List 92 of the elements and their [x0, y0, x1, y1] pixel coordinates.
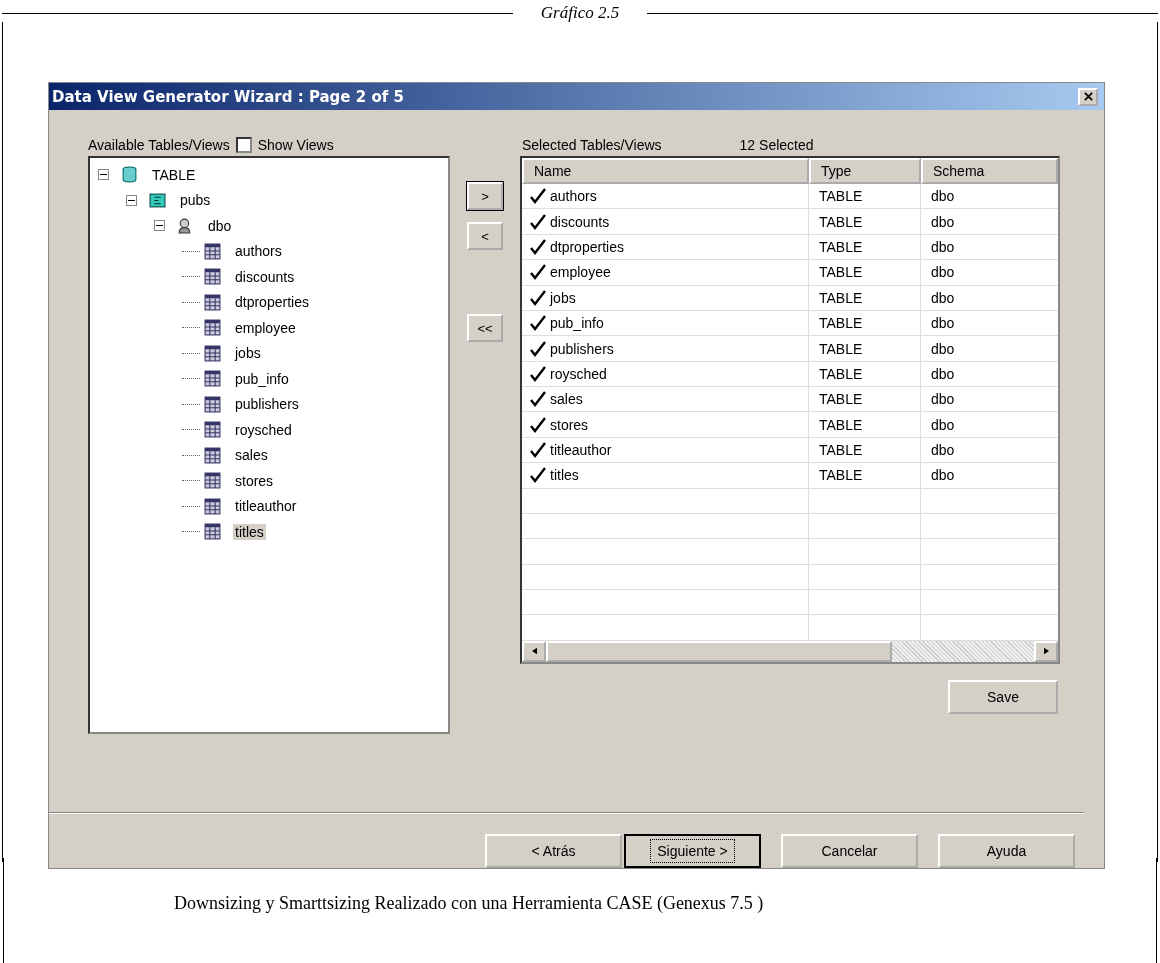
- table-icon: [204, 497, 221, 515]
- table-cell-text: dbo: [930, 187, 956, 207]
- table-icon: [204, 421, 221, 439]
- move-button[interactable]: <<: [467, 314, 503, 343]
- window-title: Data View Generator Wizard : Page 2 of 5: [52, 87, 404, 106]
- table-cell: jobs: [550, 289, 576, 306]
- figure-title: Gráfico 2.5: [540, 3, 620, 23]
- collapse-toggle[interactable]: [126, 194, 137, 206]
- table-cell: authors: [550, 188, 597, 205]
- table-cell: TABLE: [809, 209, 921, 234]
- move-button[interactable]: <: [467, 222, 503, 251]
- table-icon: [204, 472, 221, 490]
- table-cell: TABLE: [809, 463, 921, 488]
- table-cell: TABLE: [809, 184, 921, 209]
- tree-item[interactable]: employee: [233, 319, 298, 336]
- table-cell: TABLE: [809, 260, 921, 285]
- table-icon: [204, 446, 221, 464]
- catalog-icon: [149, 191, 166, 209]
- table-cell: titles: [550, 467, 579, 484]
- table-cell: TABLE: [809, 387, 921, 412]
- table-cell-text: dbo: [930, 339, 956, 359]
- table-icon: [204, 344, 221, 362]
- tree-item[interactable]: authors: [233, 243, 284, 260]
- tree-item[interactable]: jobs: [233, 345, 263, 362]
- table-cell: sales: [550, 391, 583, 408]
- table-cell: stores: [550, 416, 589, 433]
- table-cell: discounts: [550, 213, 610, 230]
- tree-item[interactable]: dbo: [206, 217, 234, 234]
- tree-item[interactable]: stores: [233, 472, 276, 489]
- horizontal-scrollbar[interactable]: [522, 640, 1058, 663]
- right-arrow-icon: [1043, 647, 1049, 656]
- tree-item[interactable]: TABLE: [150, 166, 198, 183]
- collapse-toggle[interactable]: [98, 169, 109, 181]
- left-arrow-icon: [531, 647, 537, 656]
- tree-item[interactable]: dtproperties: [233, 294, 311, 311]
- column-header[interactable]: Name: [522, 158, 809, 185]
- move-button[interactable]: >: [467, 182, 503, 211]
- selected-count: 12 Selected: [739, 137, 814, 154]
- table-cell-text: dbo: [930, 364, 956, 384]
- column-header[interactable]: Schema: [921, 158, 1058, 185]
- table-cell: TABLE: [809, 437, 921, 463]
- tree-item[interactable]: roysched: [233, 421, 294, 438]
- tree-item[interactable]: pubs: [178, 192, 213, 209]
- close-icon: [1083, 92, 1093, 102]
- table-cell: TABLE: [809, 285, 921, 310]
- figure-caption: Downsizing y Smarttsizing Realizado con una Herramienta CASE (Genexus 7.5 ): [3, 858, 1157, 963]
- table-cell: TABLE: [809, 234, 921, 260]
- close-button[interactable]: [1078, 87, 1098, 106]
- table-cell-text: dbo: [930, 466, 956, 486]
- table-icon: [204, 242, 221, 260]
- available-label: Available Tables/Views: [88, 137, 230, 154]
- table-cell: TABLE: [809, 412, 921, 437]
- table-cell-text: dbo: [930, 238, 956, 257]
- table-cell: dtproperties: [550, 239, 624, 255]
- table-icon: [204, 523, 221, 541]
- show-views-label: Show Views: [257, 137, 334, 154]
- table-cell: publishers: [550, 340, 614, 357]
- table-icon: [204, 319, 221, 337]
- tree-item[interactable]: pub_info: [233, 370, 291, 387]
- database-icon: [121, 166, 138, 184]
- tree-item[interactable]: discounts: [233, 268, 297, 285]
- table-cell: TABLE: [809, 361, 921, 387]
- table-icon: [204, 293, 221, 311]
- tree-item[interactable]: titleauthor: [233, 498, 299, 515]
- wizard-button[interactable]: Cancelar: [781, 834, 918, 868]
- tree-item[interactable]: sales: [233, 447, 270, 464]
- table-cell-text: dbo: [930, 288, 956, 308]
- table-cell-text: dbo: [930, 390, 956, 410]
- selected-label: Selected Tables/Views: [522, 137, 662, 154]
- table-cell: TABLE: [809, 310, 921, 336]
- wizard-button[interactable]: < Atrás: [485, 834, 622, 868]
- save-button[interactable]: Save: [948, 680, 1058, 715]
- table-icon: [204, 370, 221, 388]
- tree-item[interactable]: titles: [233, 523, 266, 540]
- table-cell-text: dbo: [930, 263, 956, 283]
- table-icon: [204, 268, 221, 286]
- table-cell: titleauthor: [550, 442, 612, 458]
- table-cell-text: dbo: [930, 441, 956, 460]
- table-icon: [204, 395, 221, 413]
- table-cell-text: dbo: [930, 212, 956, 232]
- table-cell: roysched: [550, 365, 607, 382]
- table-cell-text: dbo: [930, 314, 956, 334]
- table-cell: pub_info: [550, 315, 604, 332]
- table-cell: TABLE: [809, 336, 921, 361]
- wizard-button[interactable]: Siguiente >: [624, 834, 761, 868]
- collapse-toggle[interactable]: [154, 220, 165, 232]
- table-cell: employee: [550, 264, 611, 281]
- wizard-button[interactable]: Ayuda: [938, 834, 1075, 868]
- table-cell-text: dbo: [930, 415, 956, 435]
- tree-item[interactable]: publishers: [233, 396, 301, 413]
- show-views-checkbox[interactable]: [235, 137, 252, 154]
- column-header[interactable]: Type: [809, 158, 921, 185]
